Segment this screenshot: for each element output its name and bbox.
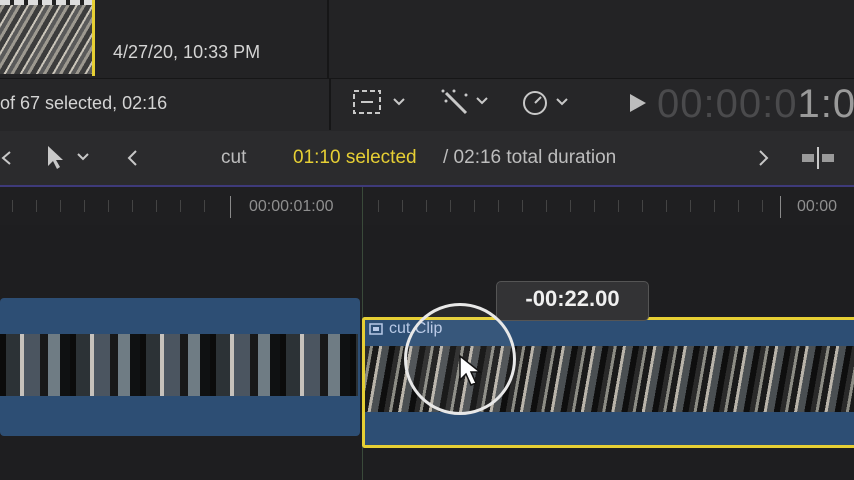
ruler-label: 00:00:01:00: [249, 198, 334, 215]
ruler-tick: [450, 200, 451, 212]
timecode-display: 00:00:01:0: [657, 82, 854, 127]
ruler-tick: [714, 200, 715, 212]
ruler-tick: [690, 200, 691, 212]
clip-filmstrip: [0, 334, 358, 396]
total-duration: / 02:16 total duration: [443, 147, 617, 168]
ruler-tick: [36, 200, 37, 212]
ruler-label: 00:00: [797, 198, 838, 215]
project-name: cut: [221, 147, 247, 168]
timecode-bright: 1:0: [797, 82, 854, 126]
thumbnail-filmstrip-edge: [0, 0, 92, 5]
ruler-tick-major: [230, 196, 231, 218]
ruler-tick: [498, 200, 499, 212]
drag-offset-value: -00:22.00: [525, 286, 620, 311]
ruler-tick: [12, 200, 13, 212]
browser-panel: [0, 0, 854, 78]
ruler-tick: [108, 200, 109, 212]
ruler-tick: [522, 200, 523, 212]
ruler-tick-major: [780, 196, 781, 218]
mouse-pointer-icon: [459, 354, 483, 386]
snapping-icon[interactable]: [800, 145, 840, 171]
select-tool-icon[interactable]: [44, 144, 92, 170]
timecode-dim: 00:00:0: [657, 82, 798, 126]
ruler-tick: [642, 200, 643, 212]
thumbnail-selection-border: [92, 0, 95, 76]
timeline-ruler[interactable]: [0, 187, 854, 225]
selected-duration: 01:10 selected: [293, 147, 417, 168]
ruler-tick: [570, 200, 571, 212]
play-icon[interactable]: [628, 93, 648, 113]
ruler-tick: [666, 200, 667, 212]
ruler-tick: [132, 200, 133, 212]
compound-clip-icon: [369, 323, 383, 335]
selection-count: of 67 selected, 02:16: [0, 93, 168, 113]
ruler-tick: [618, 200, 619, 212]
ruler-tick: [60, 200, 61, 212]
ruler-tick: [378, 200, 379, 212]
chevron-right-icon[interactable]: [757, 149, 771, 167]
chevron-left-icon[interactable]: [0, 150, 14, 166]
ruler-tick: [156, 200, 157, 212]
ruler-tick: [204, 200, 205, 212]
ruler-tick: [474, 200, 475, 212]
clip-thumbnail[interactable]: [0, 0, 92, 74]
ruler-tick: [594, 200, 595, 212]
ruler-tick: [738, 200, 739, 212]
clip-date: 4/27/20, 10:33 PM: [113, 42, 261, 62]
ruler-tick: [426, 200, 427, 212]
transform-crop-icon[interactable]: [352, 89, 410, 117]
ruler-tick: [180, 200, 181, 212]
panel-divider: [329, 79, 331, 130]
ruler-tick: [402, 200, 403, 212]
panel-divider[interactable]: [327, 0, 329, 78]
chevron-left-icon[interactable]: [126, 149, 140, 167]
ruler-tick: [762, 200, 763, 212]
ruler-tick: [84, 200, 85, 212]
magic-wand-icon[interactable]: [440, 87, 494, 119]
speedometer-icon[interactable]: [520, 89, 572, 117]
ruler-tick: [546, 200, 547, 212]
